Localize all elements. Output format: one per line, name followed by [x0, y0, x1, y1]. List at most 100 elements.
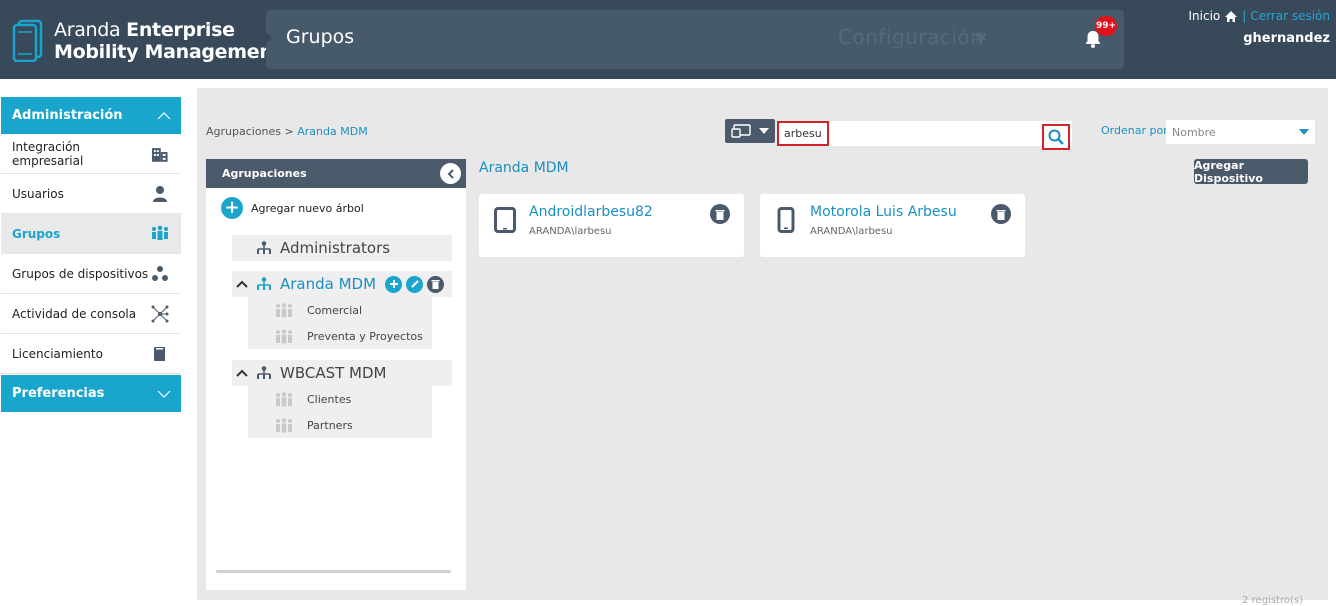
sidebar-item-grupos-dispositivos[interactable]: Grupos de dispositivos [1, 254, 181, 294]
pencil-icon [410, 280, 419, 288]
search-input[interactable] [777, 121, 829, 146]
plus-icon: + [221, 197, 243, 219]
edit-node-button[interactable] [406, 275, 424, 293]
add-tree-button[interactable]: + Agregar nuevo árbol [221, 197, 364, 219]
header-arrow [262, 28, 272, 48]
sidebar-item-grupos[interactable]: Grupos [1, 214, 181, 254]
app-logo-text: Aranda Enterprise Mobility Management [54, 19, 282, 63]
search-button[interactable] [1042, 124, 1070, 150]
chevron-left-icon [447, 168, 454, 179]
hierarchy-icon [257, 366, 271, 379]
hierarchy-icon [257, 277, 271, 290]
tree-child-clientes[interactable]: Clientes [248, 386, 432, 412]
device-type-dropdown[interactable] [725, 119, 775, 143]
logo-text-light: Aranda [54, 19, 121, 41]
chevron-up-icon [157, 111, 171, 119]
sidebar: Administración Integración empresarial U… [0, 97, 183, 412]
trash-icon [715, 209, 725, 220]
people-icon [276, 303, 292, 318]
sidebar-item-integracion[interactable]: Integración empresarial [1, 134, 181, 174]
sidebar-item-label: Licenciamiento [12, 346, 103, 361]
home-link[interactable]: Inicio [1189, 9, 1221, 23]
chevron-up-icon[interactable] [232, 277, 250, 291]
link-separator: | [1242, 9, 1247, 23]
activity-icon [151, 305, 169, 322]
search-icon [1048, 129, 1064, 145]
sidebar-section-preferencias[interactable]: Preferencias [1, 375, 181, 412]
chevron-up-icon[interactable] [232, 366, 250, 380]
notification-badge: 99+ [1095, 16, 1117, 36]
home-icon[interactable] [1224, 10, 1238, 23]
sidebar-item-licenciamiento[interactable]: Licenciamiento [1, 334, 181, 374]
username: ghernandez [1243, 31, 1330, 46]
order-by-select[interactable]: Nombre [1166, 120, 1315, 144]
tree-child-comercial[interactable]: Comercial [248, 297, 432, 323]
tree-child-label: Partners [307, 418, 353, 432]
delete-node-button[interactable] [427, 275, 445, 293]
breadcrumb-root[interactable]: Agrupaciones [206, 125, 281, 138]
device-user: ARANDA\larbesu [810, 226, 893, 237]
sidebar-item-actividad[interactable]: Actividad de consola [1, 294, 181, 334]
devices-icon [731, 124, 751, 138]
collapse-panel-button[interactable] [440, 163, 461, 184]
sidebar-item-usuarios[interactable]: Usuarios [1, 174, 181, 214]
tree-child-label: Clientes [307, 392, 352, 406]
header-panel: Grupos Configuración ✱ 99+ [266, 10, 1124, 69]
trash-icon [996, 209, 1006, 220]
building-icon [152, 147, 169, 162]
sidebar-section-label: Administración [12, 108, 123, 123]
delete-device-button[interactable] [991, 204, 1011, 224]
plus-icon [389, 280, 398, 288]
app-logo-icon [12, 19, 43, 62]
sidebar-item-label: Grupos de dispositivos [12, 266, 149, 281]
hierarchy-icon [257, 241, 271, 254]
breadcrumb-current[interactable]: Aranda MDM [297, 125, 367, 138]
content-area: Agrupaciones > Aranda MDM Ordenar por: N… [197, 88, 1328, 606]
sidebar-section-administracion[interactable]: Administración [1, 97, 181, 134]
logo-text-bold1: Enterprise [126, 19, 235, 41]
page-title: Grupos [286, 26, 355, 48]
group-icon [152, 225, 168, 240]
records-count: 2 registro(s) [1242, 595, 1303, 606]
horizontal-scrollbar[interactable] [216, 570, 451, 573]
tree-child-partners[interactable]: Partners [248, 412, 432, 438]
search-box[interactable] [777, 121, 1072, 146]
device-name[interactable]: Motorola Luis Arbesu [810, 204, 957, 220]
people-icon [276, 329, 292, 344]
sidebar-item-label: Actividad de consola [12, 306, 137, 321]
add-device-button[interactable]: Agregar Dispositivo [1194, 159, 1308, 185]
user-area: Inicio | Cerrar sesión ghernandez [1189, 9, 1331, 46]
tree-node-administrators[interactable]: Administrators [232, 235, 452, 261]
device-user: ARANDA\larbesu [529, 226, 612, 237]
people-icon [276, 392, 292, 407]
device-card[interactable]: Androidlarbesu82 ARANDA\larbesu [479, 194, 744, 257]
tree-child-preventa[interactable]: Preventa y Proyectos [248, 323, 432, 349]
trash-icon [431, 280, 440, 289]
delete-device-button[interactable] [710, 204, 730, 224]
tree-node-label: Administrators [280, 239, 391, 257]
tablet-icon [494, 207, 516, 233]
tree-node-wbcast-mdm[interactable]: WBCAST MDM [232, 360, 452, 386]
logout-link[interactable]: Cerrar sesión [1250, 9, 1330, 23]
caret-down-icon [759, 128, 769, 134]
breadcrumb-separator: > [281, 125, 298, 138]
order-by-value: Nombre [1172, 125, 1216, 139]
config-label[interactable]: Configuración [838, 25, 983, 49]
sidebar-item-label: Integración empresarial [12, 139, 84, 168]
group-title: Aranda MDM [479, 160, 569, 176]
sidebar-item-label: Grupos [12, 226, 61, 241]
app-header: Aranda Enterprise Mobility Management Gr… [0, 0, 1336, 79]
add-child-button[interactable] [385, 275, 403, 293]
add-tree-label: Agregar nuevo árbol [251, 201, 364, 215]
device-groups-icon [152, 265, 168, 281]
device-card[interactable]: Motorola Luis Arbesu ARANDA\larbesu [760, 194, 1025, 257]
tree-node-label: WBCAST MDM [280, 364, 387, 382]
tree-header: Agrupaciones [206, 159, 466, 188]
user-icon [153, 185, 167, 202]
order-by-label: Ordenar por: [1101, 124, 1172, 137]
gear-icon[interactable]: ✱ [974, 28, 987, 47]
device-name[interactable]: Androidlarbesu82 [529, 204, 653, 220]
tree-node-aranda-mdm[interactable]: Aranda MDM [232, 271, 452, 297]
tree-children-wbcast-mdm: Clientes Partners [248, 386, 432, 438]
groupings-tree-panel: Agrupaciones + Agregar nuevo árbol Admin… [206, 159, 466, 590]
